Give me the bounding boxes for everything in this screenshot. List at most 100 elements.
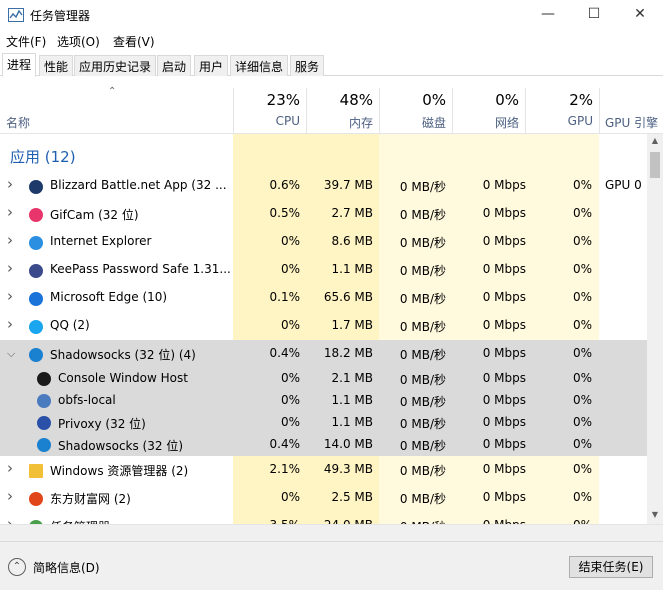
memory-label: 内存 (348, 116, 373, 130)
column-name[interactable]: 名称 (6, 114, 30, 131)
disk-label: 磁盘 (421, 116, 446, 130)
scroll-thumb[interactable] (650, 152, 660, 178)
process-child-row[interactable]: Console Window Host 0% 2.1 MB 0 MB/秒 0 Mbps 0… (0, 368, 647, 390)
gpu-value: 0% (572, 415, 592, 429)
column-gpu-engine[interactable]: GPU 引擎 (599, 88, 663, 134)
cpu-value: 0% (280, 490, 300, 504)
process-row[interactable]: ›任务管理器3.5%24.0 MB0 MB/秒0 Mbps0% (0, 512, 647, 524)
scroll-down-icon[interactable]: ▼ (647, 510, 663, 519)
tab-performance[interactable]: 性能 (39, 55, 74, 76)
tab-users[interactable]: 用户 (194, 55, 229, 76)
section-apps: 应用 (12) (10, 148, 76, 166)
process-child-row[interactable]: obfs-local 0% 1.1 MB 0 MB/秒 0 Mbps 0% (0, 390, 647, 412)
memory-total: 48% (339, 91, 373, 109)
process-row[interactable]: › Microsoft Edge (10) 0.1% 65.6 MB 0 MB/秒 0 M… (0, 284, 647, 312)
process-row[interactable]: › Windows 资源管理器 (2) 2.1% 49.3 MB 0 MB/秒 0 Mbp… (0, 456, 647, 484)
disk-value: 0 MB/秒 (399, 264, 446, 278)
process-row[interactable]: › Blizzard Battle.net App (32 ... 0.6% 39.7… (0, 172, 647, 200)
column-network[interactable]: 0% 网络 (452, 88, 525, 134)
network-value: 0 Mbps (482, 415, 526, 429)
process-row[interactable]: › KeePass Password Safe 1.31... 0% 1.1 MB 0 … (0, 256, 647, 284)
chevron-right-icon[interactable]: › (7, 459, 13, 477)
memory-value: 8.6 MB (331, 234, 373, 248)
gpu-total: 2% (569, 91, 593, 109)
scroll-up-icon[interactable]: ▲ (647, 136, 663, 145)
chevron-right-icon[interactable]: › (7, 203, 13, 221)
minimize-button[interactable]: — (525, 0, 571, 30)
shadowsocks-icon (29, 348, 43, 362)
memory-value: 1.1 MB (331, 393, 373, 407)
network-value: 0 Mbps (482, 393, 526, 407)
chevron-down-icon[interactable]: ⌵ (7, 347, 15, 361)
tab-details[interactable]: 详细信息 (230, 55, 289, 76)
process-row[interactable]: ⌵ Shadowsocks (32 位) (4) 0.4% 18.2 MB 0 MB/秒… (0, 340, 647, 368)
memory-value: 1.1 MB (331, 415, 373, 429)
vertical-scrollbar[interactable]: ▲ ▼ (647, 134, 663, 524)
tab-app-history[interactable]: 应用历史记录 (74, 55, 157, 76)
privoxy-icon (37, 416, 51, 430)
tab-services[interactable]: 服务 (290, 55, 325, 76)
process-row[interactable]: › GifCam (32 位) 0.5% 2.7 MB 0 MB/秒 0 Mbps 0% (0, 200, 647, 228)
gpu-value: 0% (572, 371, 592, 385)
process-child-row[interactable]: Privoxy (32 位) 0% 1.1 MB 0 MB/秒 0 Mbps 0% (0, 412, 647, 434)
column-gpu[interactable]: 2% GPU (525, 88, 599, 134)
gpu-label: GPU (567, 114, 593, 128)
end-task-button[interactable]: 结束任务(E) (569, 556, 653, 578)
gifcam-icon (29, 208, 43, 222)
network-label: 网络 (494, 116, 519, 130)
process-row[interactable]: › Internet Explorer 0% 8.6 MB 0 MB/秒 0 Mbps 0% (0, 228, 647, 256)
disk-value: 0 MB/秒 (399, 464, 446, 478)
eastmoney-icon (29, 492, 43, 506)
chevron-right-icon[interactable]: › (7, 487, 13, 505)
fewer-details-link[interactable]: 简略信息(D) (33, 559, 100, 576)
network-value: 0 Mbps (482, 437, 526, 451)
memory-value: 1.7 MB (331, 318, 373, 332)
horizontal-scrollbar[interactable] (0, 524, 663, 541)
memory-value: 2.1 MB (331, 371, 373, 385)
disk-value: 0 MB/秒 (399, 492, 446, 506)
gpu-value: 0% (572, 437, 592, 451)
edge-icon (29, 292, 43, 306)
disk-value: 0 MB/秒 (399, 320, 446, 334)
tab-processes[interactable]: 进程 (2, 53, 37, 77)
column-cpu[interactable]: 23% CPU (233, 88, 306, 134)
chevron-right-icon[interactable]: › (7, 175, 13, 193)
cpu-value: 0% (280, 262, 300, 276)
process-name: obfs-local (58, 393, 116, 407)
chevron-right-icon[interactable]: › (7, 259, 13, 277)
menu-file[interactable]: 文件(F) (6, 33, 46, 50)
chevron-right-icon[interactable]: › (7, 287, 13, 305)
title-bar: 任务管理器 — ☐ ✕ (0, 0, 663, 30)
tab-bar: 进程 性能 应用历史记录 启动 用户 详细信息 服务 (0, 52, 663, 77)
memory-value: 65.6 MB (323, 290, 373, 304)
process-row[interactable]: › 东方财富网 (2) 0% 2.5 MB 0 MB/秒 0 Mbps 0% (0, 484, 647, 512)
menu-view[interactable]: 查看(V) (113, 33, 155, 50)
disk-value: 0 MB/秒 (399, 417, 446, 431)
network-total: 0% (495, 91, 519, 109)
process-child-row[interactable]: Shadowsocks (32 位) 0.4% 14.0 MB 0 MB/秒 0 Mbp… (0, 434, 647, 456)
battlenet-icon (29, 180, 43, 194)
cpu-label: CPU (275, 114, 300, 128)
column-memory[interactable]: 48% 内存 (306, 88, 379, 134)
memory-value: 14.0 MB (323, 437, 373, 451)
chevron-right-icon[interactable]: › (7, 231, 13, 249)
process-row[interactable]: › QQ (2) 0% 1.7 MB 0 MB/秒 0 Mbps 0% (0, 312, 647, 340)
chevron-right-icon[interactable]: › (7, 515, 13, 524)
gpu-value: 0% (572, 346, 592, 360)
chevron-right-icon[interactable]: › (7, 315, 13, 333)
close-button[interactable]: ✕ (617, 0, 663, 30)
collapse-up-icon[interactable]: ⌃ (8, 558, 26, 576)
maximize-button[interactable]: ☐ (571, 0, 617, 30)
gpu-value: 0% (572, 318, 592, 332)
cpu-value: 0.5% (269, 206, 301, 220)
tab-startup[interactable]: 启动 (157, 55, 192, 76)
process-name: QQ (2) (50, 318, 90, 332)
process-name: Internet Explorer (50, 234, 152, 248)
column-disk[interactable]: 0% 磁盘 (379, 88, 452, 134)
process-name: Console Window Host (58, 371, 188, 385)
menu-options[interactable]: 选项(O) (57, 33, 100, 50)
process-name: KeePass Password Safe 1.31... (50, 262, 231, 276)
network-value: 0 Mbps (482, 318, 526, 332)
network-value: 0 Mbps (482, 462, 526, 476)
gpu-value: 0% (572, 393, 592, 407)
